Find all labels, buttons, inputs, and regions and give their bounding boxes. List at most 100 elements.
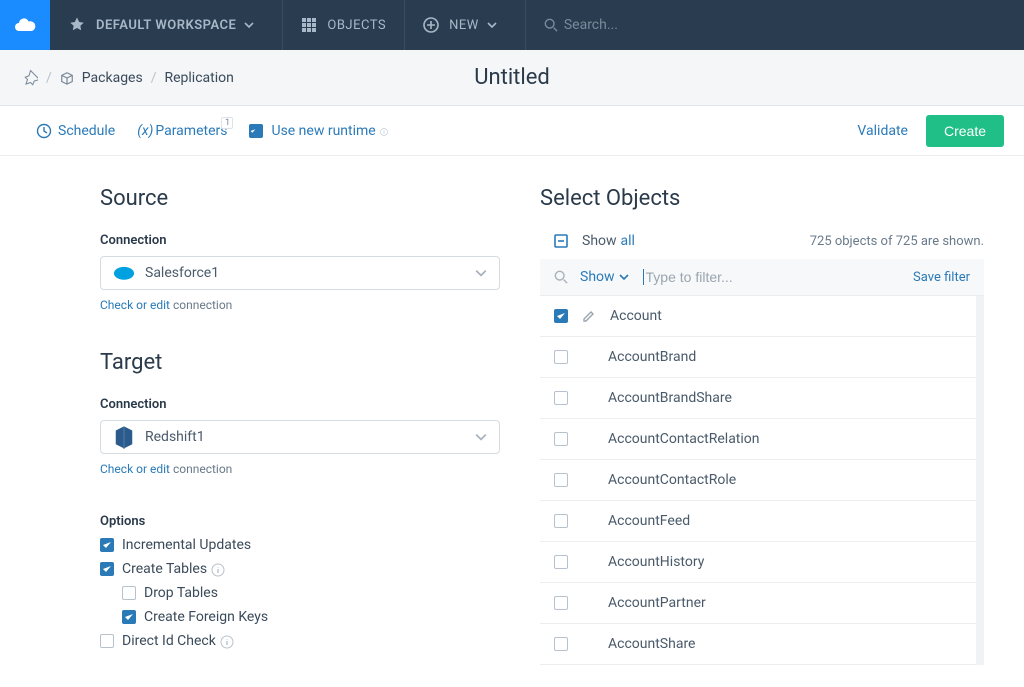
- package-icon: [60, 71, 74, 85]
- breadcrumb-packages[interactable]: Packages: [82, 70, 143, 86]
- object-row[interactable]: AccountContactRelation: [540, 419, 976, 460]
- checkbox-icon[interactable]: [554, 514, 568, 528]
- checkbox-icon[interactable]: [554, 350, 568, 364]
- clock-icon: [36, 123, 52, 139]
- object-row[interactable]: Account: [540, 296, 976, 337]
- salesforce-icon: [113, 265, 135, 281]
- option-direct-id-check[interactable]: Direct Id Check: [100, 633, 500, 649]
- option-drop-tables[interactable]: Drop Tables: [122, 585, 500, 601]
- info-icon[interactable]: [220, 634, 234, 648]
- object-label: AccountPartner: [608, 595, 962, 611]
- schedule-button[interactable]: Schedule: [36, 123, 115, 139]
- left-column: Source Connection Salesforce1 Check or e…: [100, 186, 500, 665]
- workspace-selector[interactable]: DEFAULT WORKSPACE: [50, 0, 283, 50]
- checkbox-icon: [100, 562, 114, 576]
- object-row[interactable]: AccountShare: [540, 624, 976, 665]
- object-row[interactable]: AccountPartner: [540, 583, 976, 624]
- filter-input[interactable]: [643, 269, 914, 285]
- brand-logo[interactable]: [0, 0, 50, 50]
- object-label: AccountFeed: [608, 513, 962, 529]
- object-count: 725 objects of 725 are shown.: [810, 234, 984, 249]
- page-title: Untitled: [474, 65, 550, 90]
- top-nav: DEFAULT WORKSPACE OBJECTS NEW Search...: [0, 0, 1024, 50]
- target-connection-select[interactable]: Redshift1: [100, 420, 500, 454]
- breadcrumb: / Packages / Replication: [20, 69, 234, 87]
- pin-icon[interactable]: [20, 69, 38, 87]
- save-filter-link[interactable]: Save filter: [913, 270, 970, 285]
- chevron-down-icon: [619, 272, 629, 282]
- objects-nav[interactable]: OBJECTS: [283, 0, 405, 50]
- parameters-button[interactable]: (x) Parameters 1: [137, 123, 227, 139]
- global-search[interactable]: Search...: [526, 0, 636, 50]
- source-check-edit-link[interactable]: Check or edit connection: [100, 298, 500, 312]
- validate-button[interactable]: Validate: [857, 123, 908, 139]
- checkbox-icon[interactable]: [554, 391, 568, 405]
- use-new-runtime-toggle[interactable]: Use new runtime: [249, 123, 393, 139]
- source-connection-select[interactable]: Salesforce1: [100, 256, 500, 290]
- source-section: Source Connection Salesforce1 Check or e…: [100, 186, 500, 312]
- object-label: AccountContactRole: [608, 472, 962, 488]
- checkbox-icon[interactable]: [554, 596, 568, 610]
- option-incremental-updates[interactable]: Incremental Updates: [100, 537, 500, 553]
- checkbox-icon[interactable]: [554, 473, 568, 487]
- checkbox-icon: [122, 586, 136, 600]
- checkbox-icon[interactable]: [554, 432, 568, 446]
- create-button[interactable]: Create: [926, 115, 1004, 147]
- target-connection-label: Connection: [100, 397, 500, 412]
- checkbox-icon: [100, 634, 114, 648]
- right-column: Select Objects Show all 725 objects of 7…: [540, 186, 984, 665]
- breadcrumb-bar: / Packages / Replication Untitled: [0, 50, 1024, 106]
- show-all-link[interactable]: all: [621, 233, 635, 249]
- search-icon: [554, 270, 568, 284]
- search-placeholder: Search...: [564, 17, 618, 33]
- source-title: Source: [100, 186, 500, 211]
- option-create-tables[interactable]: Create Tables: [100, 561, 500, 577]
- source-connection-label: Connection: [100, 233, 500, 248]
- parameters-badge: 1: [221, 117, 233, 129]
- checkbox-icon: [100, 538, 114, 552]
- grid-icon: [301, 17, 317, 33]
- object-row[interactable]: AccountBrand: [540, 337, 976, 378]
- target-section: Target Connection Redshift1 Check or edi…: [100, 350, 500, 476]
- select-objects-title: Select Objects: [540, 186, 984, 211]
- target-check-edit-link[interactable]: Check or edit connection: [100, 462, 500, 476]
- chevron-down-icon: [244, 20, 254, 30]
- chevron-down-icon: [475, 431, 487, 443]
- pencil-icon[interactable]: [582, 308, 596, 324]
- checkbox-icon[interactable]: [554, 637, 568, 651]
- object-row[interactable]: AccountContactRole: [540, 460, 976, 501]
- object-row[interactable]: AccountBrandShare: [540, 378, 976, 419]
- collapse-icon[interactable]: [554, 234, 568, 248]
- objects-label: OBJECTS: [327, 18, 386, 33]
- option-create-foreign-keys[interactable]: Create Foreign Keys: [122, 609, 500, 625]
- object-row[interactable]: AccountFeed: [540, 501, 976, 542]
- workspace-label: DEFAULT WORKSPACE: [96, 18, 236, 33]
- show-dropdown[interactable]: Show: [580, 269, 629, 285]
- object-list[interactable]: Account AccountBrand AccountBrandShare Acco…: [540, 296, 984, 665]
- breadcrumb-replication[interactable]: Replication: [164, 70, 233, 86]
- main-content: Source Connection Salesforce1 Check or e…: [0, 156, 1024, 665]
- workspace-icon: [68, 16, 86, 34]
- cloud-icon: [13, 13, 37, 37]
- object-label: AccountBrandShare: [608, 390, 962, 406]
- variable-icon: (x): [137, 123, 153, 139]
- object-label: Account: [610, 308, 962, 324]
- checkbox-icon[interactable]: [554, 555, 568, 569]
- object-row[interactable]: AccountHistory: [540, 542, 976, 583]
- new-label: NEW: [449, 18, 479, 33]
- redshift-icon: [113, 429, 135, 445]
- toolbar: Schedule (x) Parameters 1 Use new runtim…: [0, 106, 1024, 156]
- checkbox-icon[interactable]: [554, 309, 568, 323]
- options-title: Options: [100, 514, 500, 529]
- object-label: AccountBrand: [608, 349, 962, 365]
- search-icon: [544, 18, 558, 32]
- info-icon[interactable]: [380, 124, 394, 138]
- options-section: Options Incremental Updates Create Table…: [100, 514, 500, 649]
- plus-circle-icon: [423, 17, 439, 33]
- show-all-row: Show all 725 objects of 725 are shown.: [540, 233, 984, 249]
- object-label: AccountShare: [608, 636, 962, 652]
- checkbox-icon: [122, 610, 136, 624]
- new-nav[interactable]: NEW: [405, 0, 526, 50]
- target-title: Target: [100, 350, 500, 375]
- info-icon[interactable]: [211, 562, 225, 576]
